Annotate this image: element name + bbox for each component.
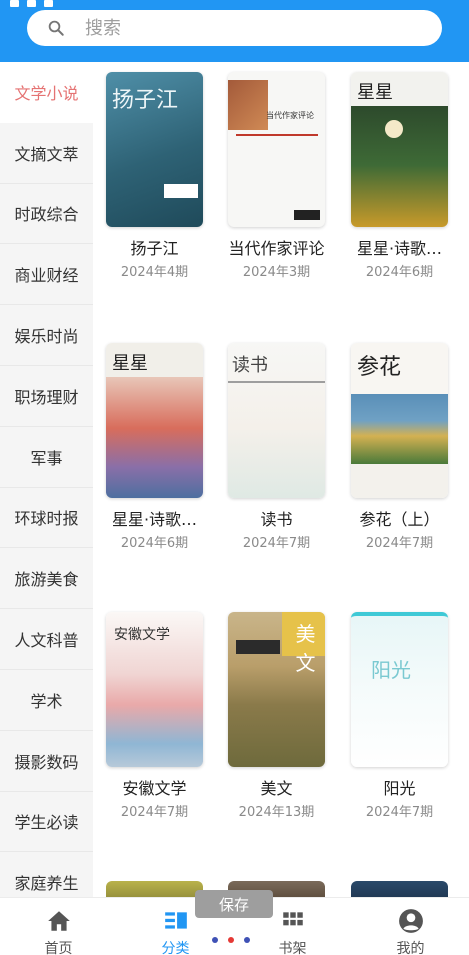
sidebar-item-military[interactable]: 军事 bbox=[0, 426, 93, 488]
magazine-cover-partial[interactable] bbox=[106, 881, 203, 897]
magazine-issue: 2024年4期 bbox=[120, 265, 189, 280]
download-icon bbox=[27, 0, 36, 7]
magazine-title: 参花（上） bbox=[359, 510, 440, 529]
status-bar-icons bbox=[10, 0, 53, 8]
magazine-title: 星星·诗歌… bbox=[111, 510, 198, 529]
magazine-title: 当代作家评论 bbox=[228, 239, 325, 258]
magazine-issue: 2024年7期 bbox=[365, 805, 434, 820]
magazine-cover: 扬子江 bbox=[106, 72, 203, 227]
magazine-card[interactable]: 星星 星星·诗歌… 2024年6期 bbox=[93, 343, 216, 551]
magazine-cover: 星星 bbox=[351, 72, 448, 227]
magazine-card[interactable]: 美文 美文 2024年13期 bbox=[215, 612, 338, 820]
search-input[interactable] bbox=[85, 16, 425, 40]
search-bar[interactable] bbox=[27, 10, 442, 46]
indicator-dot bbox=[244, 937, 250, 943]
cover-title: 当代作家评论 bbox=[266, 111, 314, 120]
magazine-issue: 2024年6期 bbox=[365, 265, 434, 280]
cover-title: 安徽文学 bbox=[114, 627, 170, 643]
home-icon bbox=[48, 911, 70, 931]
nav-label: 书架 bbox=[278, 941, 307, 955]
bookshelf-icon bbox=[283, 912, 303, 926]
top-bar bbox=[0, 0, 469, 62]
cover-title: 读书 bbox=[232, 355, 268, 376]
sidebar-item-photography[interactable]: 摄影数码 bbox=[0, 730, 93, 792]
magazine-card[interactable]: 扬子江 扬子江 2024年4期 bbox=[93, 72, 216, 280]
magazine-title: 星星·诗歌… bbox=[356, 239, 443, 258]
sidebar-item-digest[interactable]: 文摘文萃 bbox=[0, 122, 93, 184]
magazine-issue: 2024年6期 bbox=[120, 536, 189, 551]
sidebar-item-career[interactable]: 职场理财 bbox=[0, 365, 93, 427]
magazine-title: 美文 bbox=[260, 779, 293, 798]
indicator-dot bbox=[228, 937, 234, 943]
magazine-title: 阳光 bbox=[383, 779, 416, 798]
cover-title: 阳光 bbox=[371, 658, 411, 682]
magazine-card[interactable]: 安徽文学 安徽文学 2024年7期 bbox=[93, 612, 216, 820]
notification-icon bbox=[10, 0, 19, 7]
magazine-cover: 参花 bbox=[351, 343, 448, 498]
magazine-cover-partial[interactable] bbox=[351, 881, 448, 897]
nav-profile[interactable]: 我的 bbox=[352, 898, 469, 955]
nav-home[interactable]: 首页 bbox=[0, 898, 117, 955]
download-icon bbox=[44, 0, 53, 7]
cover-title: 扬子江 bbox=[112, 88, 179, 113]
sidebar-item-entertainment[interactable]: 娱乐时尚 bbox=[0, 305, 93, 366]
magazine-issue: 2024年7期 bbox=[120, 805, 189, 820]
sidebar-item-travel-food[interactable]: 旅游美食 bbox=[0, 548, 93, 610]
sidebar-item-business[interactable]: 商业财经 bbox=[0, 244, 93, 306]
cover-title: 星星 bbox=[357, 82, 393, 103]
search-icon bbox=[48, 20, 64, 36]
profile-icon bbox=[399, 909, 423, 933]
magazine-issue: 2024年3期 bbox=[242, 265, 311, 280]
save-toast[interactable]: 保存 bbox=[195, 890, 273, 918]
magazine-grid: 扬子江 扬子江 2024年4期 当代作家评论 当代作家评论 2024年3期 星星… bbox=[93, 62, 469, 897]
category-icon bbox=[165, 912, 187, 929]
magazine-card[interactable]: 当代作家评论 当代作家评论 2024年3期 bbox=[215, 72, 338, 280]
nav-label: 我的 bbox=[396, 941, 425, 955]
nav-label: 首页 bbox=[44, 941, 73, 955]
magazine-card[interactable]: 星星 星星·诗歌… 2024年6期 bbox=[338, 72, 461, 280]
magazine-cover: 星星 bbox=[106, 343, 203, 498]
category-sidebar: 文学小说 文摘文萃 时政综合 商业财经 娱乐时尚 职场理财 军事 环球时报 旅游… bbox=[0, 62, 93, 897]
magazine-title: 安徽文学 bbox=[122, 779, 187, 798]
magazine-cover: 美文 bbox=[228, 612, 325, 767]
sidebar-item-literature[interactable]: 文学小说 bbox=[0, 62, 93, 123]
magazine-issue: 2024年13期 bbox=[238, 805, 315, 820]
magazine-issue: 2024年7期 bbox=[365, 536, 434, 551]
sidebar-item-health[interactable]: 家庭养生 bbox=[0, 852, 93, 897]
cover-title: 参花 bbox=[357, 355, 402, 380]
sidebar-item-global-times[interactable]: 环球时报 bbox=[0, 487, 93, 549]
indicator-dot bbox=[212, 937, 218, 943]
sidebar-item-academic[interactable]: 学术 bbox=[0, 669, 93, 731]
magazine-cover: 阳光 bbox=[351, 612, 448, 767]
sidebar-item-student[interactable]: 学生必读 bbox=[0, 791, 93, 853]
page-indicator bbox=[212, 937, 250, 943]
magazine-cover: 读书 bbox=[228, 343, 325, 498]
magazine-cover: 当代作家评论 bbox=[228, 72, 325, 227]
magazine-card[interactable]: 阳光 阳光 2024年7期 bbox=[338, 612, 461, 820]
magazine-title: 扬子江 bbox=[130, 239, 179, 258]
magazine-issue: 2024年7期 bbox=[242, 536, 311, 551]
magazine-title: 读书 bbox=[260, 510, 293, 529]
magazine-card[interactable]: 读书 读书 2024年7期 bbox=[215, 343, 338, 551]
cover-title: 美文 bbox=[295, 622, 316, 675]
sidebar-item-science[interactable]: 人文科普 bbox=[0, 609, 93, 670]
magazine-cover: 安徽文学 bbox=[106, 612, 203, 767]
sidebar-item-politics[interactable]: 时政综合 bbox=[0, 183, 93, 245]
magazine-card[interactable]: 参花 参花（上） 2024年7期 bbox=[338, 343, 461, 551]
app-screen: 文学小说 文摘文萃 时政综合 商业财经 娱乐时尚 职场理财 军事 环球时报 旅游… bbox=[0, 0, 469, 955]
cover-title: 星星 bbox=[112, 353, 148, 374]
